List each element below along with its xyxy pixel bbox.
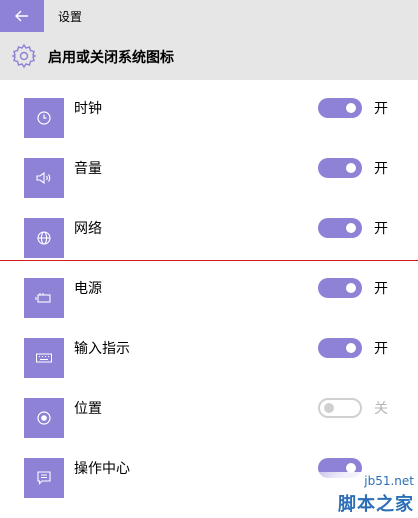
list-item: 位置 关: [0, 398, 418, 458]
item-label: 位置: [74, 401, 102, 417]
toggle-knob: [324, 403, 334, 413]
item-label: 输入指示: [74, 341, 130, 357]
red-divider-line: [0, 260, 418, 261]
toggle-state: 开: [374, 161, 388, 177]
list-item: 输入指示 开: [0, 338, 418, 398]
list-item: 时钟 开: [0, 98, 418, 158]
globe-icon: [24, 218, 64, 258]
toggle-knob: [346, 343, 356, 353]
list-item: 音量 开: [0, 158, 418, 218]
gear-icon: [11, 43, 37, 69]
toggle-state: 开: [374, 221, 388, 237]
list-item: 电源 开: [0, 278, 418, 338]
arrow-left-icon: [15, 7, 29, 26]
toggle-state: 开: [374, 101, 388, 117]
page-header: 启用或关闭系统图标: [0, 32, 418, 80]
toggle-switch[interactable]: [318, 338, 362, 358]
clock-icon: [24, 98, 64, 138]
keyboard-icon: [24, 338, 64, 378]
action-center-icon: [24, 458, 64, 498]
toggle-knob: [346, 283, 356, 293]
watermark-brand: 脚本之家: [338, 494, 414, 515]
toggle-knob: [346, 223, 356, 233]
title-bar: 设置: [0, 0, 418, 32]
toggle-state: 关: [374, 401, 388, 417]
toggle-state: 开: [374, 341, 388, 357]
page-title: 启用或关闭系统图标: [48, 50, 174, 66]
battery-icon: [24, 278, 64, 318]
watermark-url: jb51.net: [364, 474, 414, 488]
item-label: 音量: [74, 161, 102, 177]
toggle-knob: [346, 163, 356, 173]
toggle-switch[interactable]: [318, 398, 362, 418]
toggle-switch[interactable]: [318, 278, 362, 298]
list-item: 网络 开: [0, 218, 418, 278]
speaker-icon: [24, 158, 64, 198]
toggle-knob: [346, 103, 356, 113]
item-label: 电源: [74, 281, 102, 297]
watermark: jb51.net 脚本之家: [278, 472, 418, 518]
item-label: 网络: [74, 221, 102, 237]
toggle-switch[interactable]: [318, 218, 362, 238]
window-title: 设置: [58, 10, 83, 24]
item-label: 时钟: [74, 101, 102, 117]
item-label: 操作中心: [74, 461, 130, 477]
toggle-state: 开: [374, 281, 388, 297]
location-icon: [24, 398, 64, 438]
back-button[interactable]: [0, 0, 44, 32]
toggle-switch[interactable]: [318, 158, 362, 178]
toggle-switch[interactable]: [318, 98, 362, 118]
